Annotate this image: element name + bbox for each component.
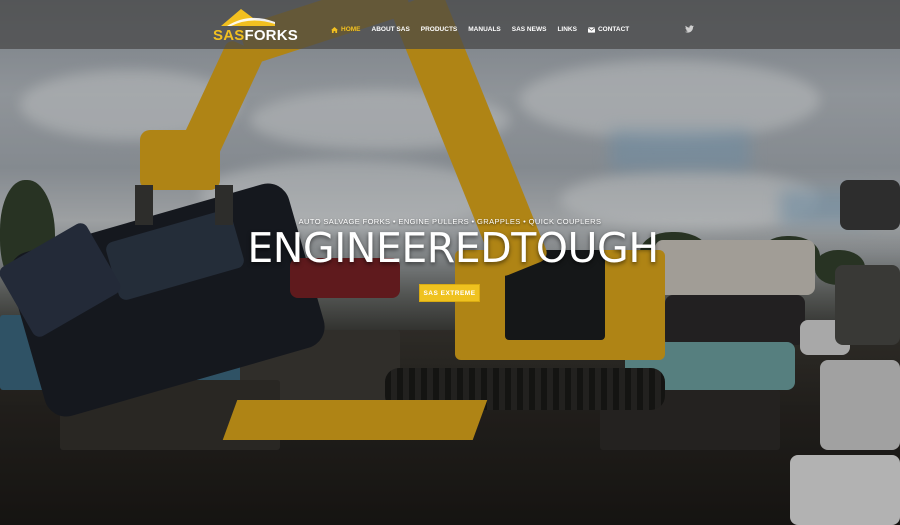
nav-about-sas-label: ABOUT SAS <box>371 26 410 33</box>
hero-headline: ENGINEEREDTOUGH <box>247 224 659 272</box>
logo-swoosh-icon <box>221 9 275 26</box>
nav-links-label: LINKS <box>557 26 577 33</box>
nav-products[interactable]: PRODUCTS <box>421 25 457 34</box>
home-icon <box>331 26 338 33</box>
nav-contact[interactable]: CONTACT <box>587 25 630 34</box>
logo-text-forks: FORKS <box>244 27 298 44</box>
nav-home-label: HOME <box>341 26 361 33</box>
nav-contact-label: CONTACT <box>597 26 630 33</box>
twitter-icon[interactable] <box>685 25 694 33</box>
logo-text-sas: SAS <box>213 27 245 44</box>
nav-manuals-label: MANUALS <box>468 26 501 33</box>
sasforks-logo[interactable]: SASFORKS <box>213 6 298 44</box>
top-navbar: SASFORKS HOME ABOUT SAS PRODUCTS MANUALS… <box>0 0 900 49</box>
nav-sas-news-label: SAS NEWS <box>511 26 547 33</box>
logo-text: SASFORKS <box>213 28 298 44</box>
main-nav: HOME ABOUT SAS PRODUCTS MANUALS SAS NEWS… <box>331 25 640 34</box>
nav-home[interactable]: HOME <box>331 25 361 34</box>
nav-manuals[interactable]: MANUALS <box>468 25 501 34</box>
envelope-icon <box>587 26 595 33</box>
nav-about-sas[interactable]: ABOUT SAS <box>372 25 410 34</box>
nav-links[interactable]: LINKS <box>557 25 577 34</box>
sas-extreme-button[interactable]: SAS EXTREME <box>419 284 480 302</box>
nav-sas-news[interactable]: SAS NEWS <box>512 25 547 34</box>
nav-products-label: PRODUCTS <box>420 26 458 33</box>
